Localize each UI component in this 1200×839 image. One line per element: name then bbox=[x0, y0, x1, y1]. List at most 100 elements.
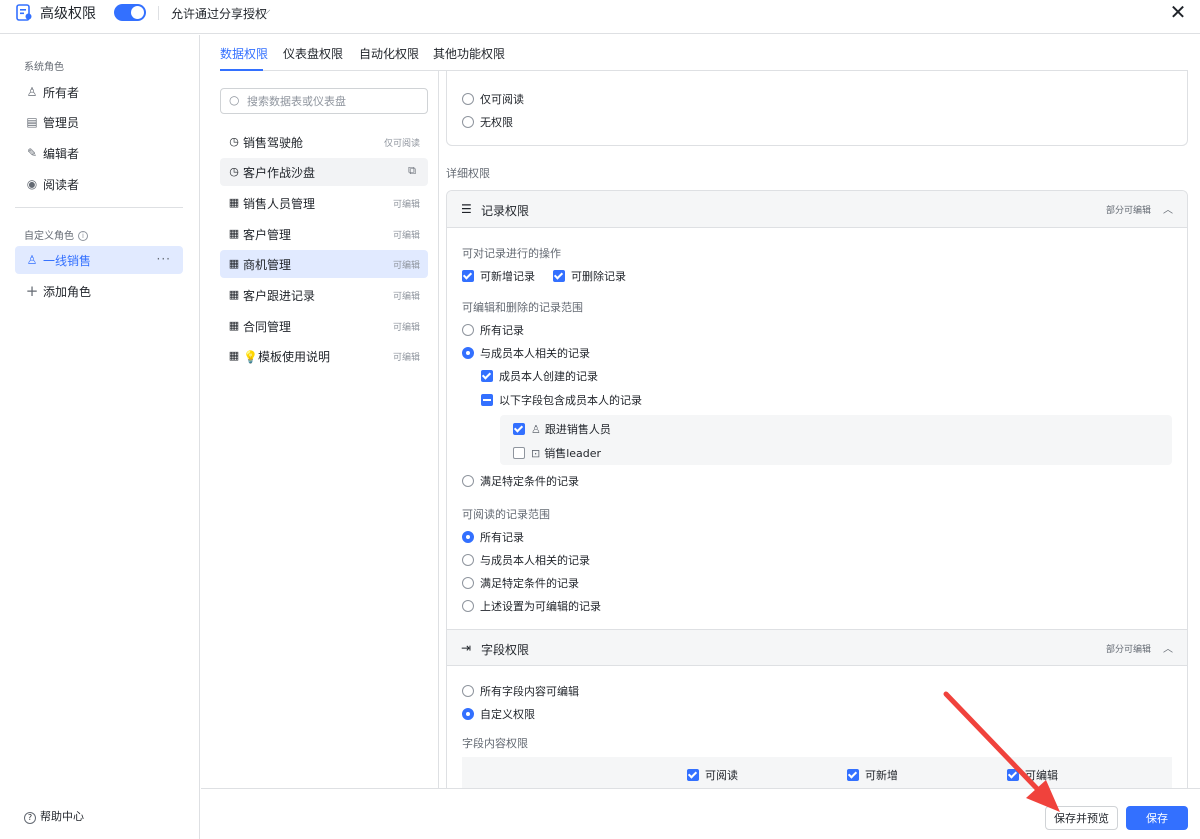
read-related-radio[interactable]: 与成员本人相关的记录 bbox=[462, 552, 590, 568]
owner-icon: ♙ bbox=[26, 85, 38, 99]
table-item-followups[interactable]: ▦ 客户跟进记录 可编辑 bbox=[220, 281, 428, 309]
table-status: 可编辑 bbox=[392, 292, 420, 302]
option-label: 无权限 bbox=[480, 116, 513, 129]
col-add-checkbox[interactable]: 可新增 bbox=[847, 767, 898, 783]
info-icon[interactable]: i bbox=[78, 231, 88, 241]
table-status: 可编辑 bbox=[392, 200, 420, 210]
read-condition-radio[interactable]: 满足特定条件的记录 bbox=[462, 575, 579, 591]
search-input[interactable] bbox=[247, 92, 417, 110]
table-item-sales-staff[interactable]: ▦ 销售人员管理 可编辑 bbox=[220, 189, 428, 217]
table-item-opportunities[interactable]: ▦ 商机管理 可编辑 bbox=[220, 250, 428, 278]
add-role-button[interactable]: + 添加角色 bbox=[15, 277, 183, 305]
radio-icon bbox=[462, 116, 474, 128]
section-status: 部分可编辑 bbox=[1105, 645, 1151, 655]
read-scope-label: 可阅读的记录范围 bbox=[462, 508, 550, 521]
help-center-link[interactable]: ? 帮助中心 bbox=[24, 808, 84, 824]
delete-record-checkbox[interactable]: 可删除记录 bbox=[553, 268, 626, 284]
dashboard-icon: ◷ bbox=[229, 135, 239, 148]
table-item-sales-cockpit[interactable]: ◷ 销售驾驶舱 仅可阅读 bbox=[220, 128, 428, 156]
role-frontline-sales[interactable]: ♙ 一线销售 ··· bbox=[15, 246, 183, 274]
table-icon: ▦ bbox=[228, 288, 240, 301]
field-import-icon: ⇥ bbox=[461, 641, 472, 655]
table-item-customer-sandbox[interactable]: ◷ 客户作战沙盘 ⧉ bbox=[220, 158, 428, 186]
chevron-down-icon[interactable]: ⌵ bbox=[262, 4, 270, 18]
close-icon[interactable]: ✕ bbox=[1168, 0, 1188, 24]
option-label: 可新增记录 bbox=[480, 270, 535, 283]
option-label: 可删除记录 bbox=[571, 270, 626, 283]
option-label: 以下字段包含成员本人的记录 bbox=[499, 394, 642, 407]
fields-contain-self-checkbox[interactable]: 以下字段包含成员本人的记录 bbox=[481, 392, 642, 408]
advanced-permission-toggle[interactable] bbox=[114, 4, 146, 21]
save-and-preview-button[interactable]: 保存并预览 bbox=[1045, 806, 1118, 830]
edit-scope-label: 可编辑和删除的记录范围 bbox=[462, 301, 583, 314]
tab-data-permission[interactable]: 数据权限 bbox=[220, 45, 268, 62]
eye-icon: ◉ bbox=[26, 177, 38, 191]
permission-tabs: 数据权限 仪表盘权限 自动化权限 其他功能权限 bbox=[220, 35, 1188, 71]
edit-all-radio[interactable]: 所有记录 bbox=[462, 322, 524, 338]
person-field-icon: ♙ bbox=[531, 423, 541, 436]
share-authorization-dropdown[interactable]: 允许通过分享授权 bbox=[171, 5, 267, 22]
detail-permission-label: 详细权限 bbox=[446, 167, 490, 180]
checkbox-checked-icon bbox=[553, 270, 565, 282]
col-read-checkbox[interactable]: 可阅读 bbox=[687, 767, 738, 783]
chevron-up-icon[interactable]: ︿ bbox=[1163, 640, 1173, 655]
radio-selected-icon bbox=[462, 347, 474, 359]
table-name: 客户管理 bbox=[243, 228, 292, 242]
table-item-customers[interactable]: ▦ 客户管理 可编辑 bbox=[220, 220, 428, 248]
user-icon: ♙ bbox=[26, 253, 38, 267]
field-leader-checkbox[interactable]: ⊡ 销售leader bbox=[513, 445, 601, 461]
more-icon[interactable]: ··· bbox=[157, 252, 171, 266]
advanced-permission-icon bbox=[16, 4, 32, 21]
tab-other-permission[interactable]: 其他功能权限 bbox=[433, 45, 505, 62]
save-button[interactable]: 保存 bbox=[1126, 806, 1188, 830]
access-readonly-radio[interactable]: 仅可阅读 bbox=[462, 91, 524, 107]
table-item-contracts[interactable]: ▦ 合同管理 可编辑 bbox=[220, 312, 428, 340]
field-all-editable-radio[interactable]: 所有字段内容可编辑 bbox=[462, 683, 579, 699]
col-edit-checkbox[interactable]: 可编辑 bbox=[1007, 767, 1058, 783]
field-permission-header[interactable]: ⇥ 字段权限 部分可编辑 ︿ bbox=[447, 629, 1187, 666]
tab-automation-permission[interactable]: 自动化权限 bbox=[359, 45, 419, 62]
dashboard-icon: ◷ bbox=[229, 165, 239, 178]
field-sales-checkbox[interactable]: ♙ 跟进销售人员 bbox=[513, 421, 611, 437]
checkbox-checked-icon bbox=[462, 270, 474, 282]
created-by-self-checkbox[interactable]: 成员本人创建的记录 bbox=[481, 368, 598, 384]
table-name: 客户跟进记录 bbox=[243, 289, 316, 303]
edit-condition-radio[interactable]: 满足特定条件的记录 bbox=[462, 473, 579, 489]
access-none-radio[interactable]: 无权限 bbox=[462, 114, 513, 130]
tab-dashboard-permission[interactable]: 仪表盘权限 bbox=[283, 45, 343, 62]
system-roles-label: 系统角色 bbox=[24, 62, 64, 73]
option-label: 与成员本人相关的记录 bbox=[480, 554, 590, 567]
role-label: 管理员 bbox=[43, 115, 80, 130]
edit-related-radio[interactable]: 与成员本人相关的记录 bbox=[462, 345, 590, 361]
table-search: ○ bbox=[220, 88, 428, 114]
add-record-checkbox[interactable]: 可新增记录 bbox=[462, 268, 535, 284]
copy-icon[interactable]: ⧉ bbox=[408, 164, 416, 178]
table-item-template-guide[interactable]: ▦ 💡模板使用说明 可编辑 bbox=[220, 342, 428, 370]
table-name: 客户作战沙盘 bbox=[243, 166, 316, 180]
role-editor[interactable]: ✎ 编辑者 bbox=[15, 139, 183, 167]
role-reader[interactable]: ◉ 阅读者 bbox=[15, 170, 183, 198]
radio-icon bbox=[462, 475, 474, 487]
admin-icon: ▤ bbox=[26, 115, 38, 129]
table-status: 可编辑 bbox=[392, 353, 420, 363]
help-label: 帮助中心 bbox=[40, 810, 84, 823]
checkbox-unchecked-icon bbox=[513, 447, 525, 459]
option-label: 满足特定条件的记录 bbox=[480, 475, 579, 488]
role-owner[interactable]: ♙ 所有者 bbox=[15, 78, 183, 106]
table-status: 可编辑 bbox=[392, 323, 420, 333]
chevron-up-icon[interactable]: ︿ bbox=[1163, 201, 1173, 216]
role-label: 编辑者 bbox=[43, 146, 80, 161]
top-bar: 高级权限 允许通过分享授权 ⌵ ✕ bbox=[0, 0, 1200, 34]
read-all-radio[interactable]: 所有记录 bbox=[462, 529, 524, 545]
field-custom-radio[interactable]: 自定义权限 bbox=[462, 706, 535, 722]
radio-icon bbox=[462, 324, 474, 336]
role-admin[interactable]: ▤ 管理员 bbox=[15, 108, 183, 136]
record-permission-header[interactable]: ☰ 记录权限 部分可编辑 ︿ bbox=[447, 191, 1187, 228]
radio-icon bbox=[462, 577, 474, 589]
table-icon: ▦ bbox=[228, 257, 240, 270]
read-editable-radio[interactable]: 上述设置为可编辑的记录 bbox=[462, 598, 601, 614]
checkbox-checked-icon bbox=[847, 769, 859, 781]
field-table-header bbox=[462, 757, 1172, 789]
help-icon: ? bbox=[24, 812, 36, 824]
divider bbox=[15, 207, 183, 208]
